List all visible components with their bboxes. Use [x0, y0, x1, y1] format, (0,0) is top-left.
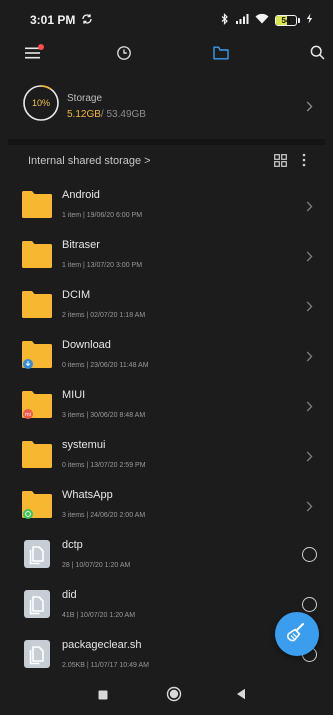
svg-text:mi: mi [25, 412, 31, 418]
item-name: packageclear.sh [62, 639, 142, 651]
storage-percent: 10% [31, 98, 50, 108]
folder-icon [22, 238, 52, 270]
search-icon [310, 45, 325, 65]
chevron-right-icon [306, 199, 313, 217]
search-button[interactable] [304, 42, 325, 68]
folder-icon: mi [22, 388, 52, 420]
item-name: WhatsApp [62, 489, 113, 501]
item-meta: 41B | 10/07/20 1:20 AM [62, 612, 136, 619]
folder-row[interactable]: Download 0 items | 23/06/20 11:48 AM [8, 330, 325, 380]
status-bar: 3:01 PM 54 [8, 0, 325, 40]
breadcrumb-chevron: > [144, 155, 151, 167]
back-button[interactable] [231, 686, 251, 706]
sync-icon [81, 13, 93, 28]
document-icon [22, 588, 52, 620]
folder-row[interactable]: WhatsApp 3 items | 24/06/20 2:00 AM [8, 480, 325, 530]
item-name: did [62, 589, 77, 601]
file-row[interactable]: dctp 28 | 10/07/20 1:20 AM [8, 530, 325, 580]
home-circle-icon [166, 686, 182, 707]
notification-dot [38, 44, 44, 50]
storage-card[interactable]: 10% Storage 5.12GB/ 53.49GB [8, 76, 325, 138]
item-meta: 28 | 10/07/20 1:20 AM [62, 562, 131, 569]
item-meta: 1 item | 13/07/20 3:00 PM [62, 262, 143, 269]
chevron-right-icon [306, 249, 313, 267]
battery-icon: 54 [275, 14, 300, 26]
signal-icon [235, 13, 249, 27]
section-divider [8, 139, 325, 145]
select-checkbox[interactable] [302, 597, 317, 612]
wifi-icon [255, 13, 269, 27]
item-name: Bitraser [62, 239, 100, 251]
item-name: dctp [62, 539, 83, 551]
home-button[interactable] [164, 686, 184, 706]
folder-row[interactable]: Android 1 item | 19/06/20 6:00 PM [8, 180, 325, 230]
item-meta: 3 items | 24/06/20 2:00 AM [62, 512, 146, 519]
select-checkbox[interactable] [302, 547, 317, 562]
storage-title: Storage [67, 93, 103, 104]
top-nav [8, 40, 325, 70]
folder-icon [22, 438, 52, 470]
item-meta: 1 item | 19/06/20 6:00 PM [62, 212, 143, 219]
item-meta: 0 items | 23/06/20 11:48 AM [62, 362, 149, 369]
charging-icon [306, 13, 313, 27]
chevron-right-icon [306, 99, 313, 117]
item-name: systemui [62, 439, 106, 451]
chevron-right-icon [306, 399, 313, 417]
folder-icon [22, 288, 52, 320]
bluetooth-icon [221, 12, 229, 28]
folder-row[interactable]: DCIM 2 items | 02/07/20 1:18 AM [8, 280, 325, 330]
folder-icon [22, 338, 52, 370]
folder-row[interactable]: Bitraser 1 item | 13/07/20 3:00 PM [8, 230, 325, 280]
folder-icon [22, 188, 52, 220]
battery-text: 54 [281, 15, 291, 25]
folder-icon [213, 46, 229, 65]
storage-used: 5.12GB [67, 109, 101, 120]
folder-icon [22, 488, 52, 520]
clock-icon [116, 45, 132, 66]
menu-button[interactable] [20, 42, 46, 68]
storage-values: 5.12GB/ 53.49GB [67, 109, 146, 120]
item-meta: 2 items | 02/07/20 1:18 AM [62, 312, 146, 319]
folder-row[interactable]: mi MIUI 3 items | 30/06/20 8:48 AM [8, 380, 325, 430]
system-nav-bar [8, 678, 325, 715]
grid-view-icon[interactable] [274, 154, 288, 168]
more-options-icon[interactable] [302, 153, 312, 169]
broom-icon [286, 621, 308, 648]
item-name: Android [62, 189, 100, 201]
breadcrumb-label: Internal shared storage [28, 155, 142, 167]
files-tab[interactable] [208, 42, 234, 68]
item-meta: 2.05KB | 11/07/17 10:49 AM [62, 662, 149, 669]
breadcrumb[interactable]: Internal shared storage > [28, 155, 151, 167]
recents-button[interactable] [93, 686, 113, 706]
status-time: 3:01 PM [30, 13, 76, 27]
square-icon [98, 687, 108, 705]
document-icon [22, 538, 52, 570]
storage-total: / 53.49GB [100, 109, 146, 120]
back-triangle-icon [236, 687, 246, 705]
cleaner-fab[interactable] [275, 612, 319, 656]
location-bar: Internal shared storage > [8, 150, 325, 172]
chevron-right-icon [306, 299, 313, 317]
item-name: MIUI [62, 389, 86, 401]
item-name: DCIM [62, 289, 91, 301]
chevron-right-icon [306, 449, 313, 467]
document-icon [22, 638, 52, 670]
item-meta: 3 items | 30/06/20 8:48 AM [62, 412, 146, 419]
item-name: Download [62, 339, 111, 351]
chevron-right-icon [306, 499, 313, 517]
recent-tab[interactable] [111, 42, 137, 68]
folder-row[interactable]: systemui 0 items | 13/07/20 2:59 PM [8, 430, 325, 480]
status-indicators: 54 [221, 12, 313, 28]
item-meta: 0 items | 13/07/20 2:59 PM [62, 462, 146, 469]
file-manager-screen: 3:01 PM 54 10% Storage 5.12GB/ 53.49GB I… [8, 0, 325, 715]
chevron-right-icon [306, 349, 313, 367]
